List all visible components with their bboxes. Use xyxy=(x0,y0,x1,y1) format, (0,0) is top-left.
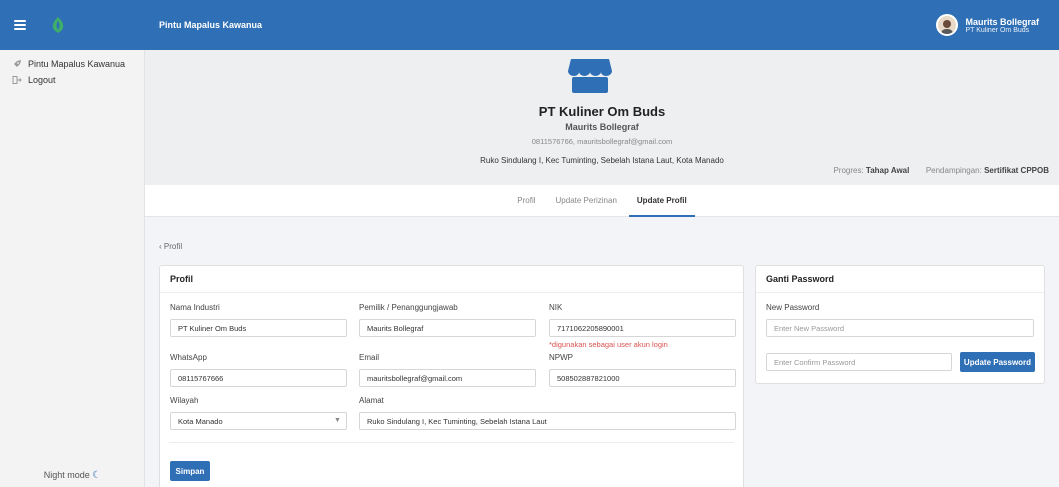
new-password-input[interactable] xyxy=(766,319,1034,337)
email-input[interactable] xyxy=(359,369,536,387)
whatsapp-label: WhatsApp xyxy=(170,353,207,362)
nik-label: NIK xyxy=(549,303,563,312)
profile-tabs: Profil Update Perizinan Update Profil xyxy=(145,185,1059,217)
alamat-label: Alamat xyxy=(359,396,384,405)
rocket-icon xyxy=(12,59,22,69)
nama-industri-input[interactable] xyxy=(170,319,347,337)
confirm-password-input[interactable] xyxy=(766,353,952,371)
hamburger-menu-icon[interactable] xyxy=(14,20,26,30)
user-name: Maurits Bollegraf xyxy=(965,16,1039,27)
profil-card-title: Profil xyxy=(160,266,743,293)
pemilik-label: Pemilik / Penanggungjawab xyxy=(359,303,458,312)
owner-name: Maurits Bollegraf xyxy=(565,122,639,132)
tab-update-profil[interactable]: Update Profil xyxy=(627,185,697,217)
sidebar-item-label: Logout xyxy=(28,75,56,85)
tab-profil[interactable]: Profil xyxy=(507,185,545,217)
moon-icon: ☾ xyxy=(92,470,102,481)
wilayah-select[interactable] xyxy=(170,412,347,430)
pemilik-input[interactable] xyxy=(359,319,536,337)
logout-icon xyxy=(12,75,22,85)
avatar xyxy=(936,14,959,36)
night-mode-toggle[interactable]: Night mode ☾ xyxy=(0,470,145,481)
top-navbar: Pintu Mapalus Kawanua Maurits Bollegraf … xyxy=(0,0,1059,50)
new-password-label: New Password xyxy=(766,303,820,312)
profile-header: PT Kuliner Om Buds Maurits Bollegraf 081… xyxy=(145,50,1059,185)
npwp-label: NPWP xyxy=(549,353,573,362)
wilayah-label: Wilayah xyxy=(170,396,199,405)
nama-industri-label: Nama Industri xyxy=(170,303,220,312)
npwp-input[interactable] xyxy=(549,369,736,387)
update-password-button[interactable]: Update Password xyxy=(960,352,1035,372)
user-menu[interactable]: Maurits Bollegraf PT Kuliner Om Buds xyxy=(936,14,1059,36)
sidebar-item-home[interactable]: Pintu Mapalus Kawanua xyxy=(0,56,144,72)
main-content: PT Kuliner Om Buds Maurits Bollegraf 081… xyxy=(145,50,1059,487)
whatsapp-input[interactable] xyxy=(170,369,347,387)
night-mode-label: Night mode xyxy=(43,470,90,480)
progress-status: Progres: Tahap Awal Pendampingan: Sertif… xyxy=(833,166,1049,175)
nik-input[interactable] xyxy=(549,319,736,337)
profil-card: Profil Nama Industri Pemilik / Penanggun… xyxy=(159,265,744,487)
nik-hint: *digunakan sebagai user akun login xyxy=(549,340,668,349)
alamat-input[interactable] xyxy=(359,412,736,430)
store-icon xyxy=(568,59,612,93)
topbar-brand xyxy=(0,0,145,50)
breadcrumb[interactable]: ‹ Profil xyxy=(159,242,182,251)
sidebar-item-logout[interactable]: Logout xyxy=(0,72,144,88)
app-logo xyxy=(52,17,64,33)
simpan-button[interactable]: Simpan xyxy=(170,461,210,481)
form-divider xyxy=(169,442,734,443)
user-company: PT Kuliner Om Buds xyxy=(965,26,1030,34)
contact-info: 0811576766, mauritsbollegraf@gmail.com xyxy=(531,137,673,146)
sidebar: Pintu Mapalus Kawanua Logout Night mode … xyxy=(0,50,145,487)
company-address: Ruko Sindulang I, Kec Tuminting, Sebelah… xyxy=(480,156,724,165)
company-name: PT Kuliner Om Buds xyxy=(538,104,666,119)
password-card: Ganti Password New Password Update Passw… xyxy=(755,265,1045,384)
email-label: Email xyxy=(359,353,380,362)
tab-update-perizinan[interactable]: Update Perizinan xyxy=(546,185,627,217)
password-card-title: Ganti Password xyxy=(756,266,1044,293)
sidebar-item-label: Pintu Mapalus Kawanua xyxy=(28,59,126,69)
app-title: Pintu Mapalus Kawanua xyxy=(159,20,263,30)
form-area: ‹ Profil Profil Nama Industri Pemilik / … xyxy=(145,217,1059,487)
